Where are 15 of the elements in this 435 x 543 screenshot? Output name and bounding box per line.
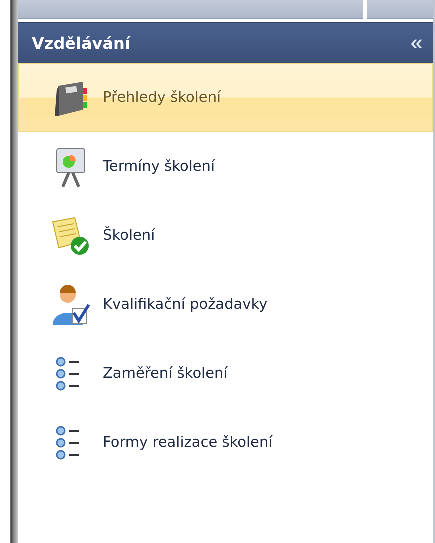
item-label: Termíny školení	[103, 158, 216, 174]
panel-title: Vzdělávání	[32, 34, 130, 52]
item-label: Školení	[103, 228, 156, 244]
navigation-item[interactable]: Zaměření školení	[18, 339, 433, 408]
navigation-item[interactable]: Přehledy školení	[18, 63, 433, 132]
item-label: Přehledy školení	[103, 90, 222, 106]
item-label: Zaměření školení	[103, 366, 228, 382]
tab-strip	[367, 0, 433, 19]
navigation-item[interactable]: Kvalifikační požadavky	[18, 270, 433, 339]
item-label: Formy realizace školení	[103, 434, 273, 450]
navigation-item[interactable]: Termíny školení	[18, 132, 433, 201]
item-label: Kvalifikační požadavky	[103, 296, 268, 312]
navigation-item[interactable]: Formy realizace školení	[18, 408, 433, 477]
navigation-item[interactable]: Školení	[18, 201, 433, 270]
collapse-button[interactable]: «	[410, 32, 423, 54]
